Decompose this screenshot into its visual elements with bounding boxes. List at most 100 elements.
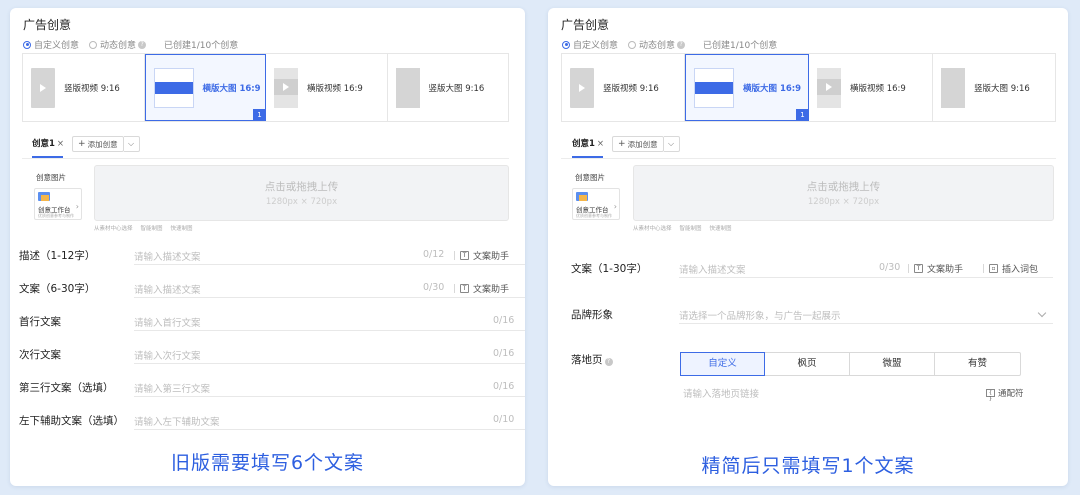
- radio-custom-creative[interactable]: 自定义创意: [23, 38, 79, 51]
- format-cards: 竖版视频 9:16 横版大图 16:9 1 横版视频 16:9 竖版大图 9:1…: [561, 53, 1056, 122]
- horizontal-video-thumb-icon: [817, 67, 841, 108]
- format-cards: 竖版视频 9:16 横版大图 16:9 1 横版视频 16:9 竖版大图 9:1…: [22, 53, 509, 122]
- help-icon[interactable]: ?: [677, 40, 686, 49]
- radio-custom-creative[interactable]: 自定义创意: [562, 38, 618, 51]
- chevron-down-icon[interactable]: ⌵: [123, 136, 140, 152]
- copy-assistant-button[interactable]: | T 文案助手: [449, 249, 509, 263]
- field-second-line: 次行文案 请输入次行文案 0/16: [19, 344, 525, 364]
- landing-page-source-tabs: 自定义 枫页 微盟 有赞: [680, 352, 1021, 376]
- card-horizontal-video[interactable]: 横版视频 16:9: [809, 54, 933, 121]
- tool-smart-design[interactable]: 智能制图: [680, 224, 702, 232]
- image-label: 创意图片: [36, 173, 66, 182]
- section-title: 广告创意: [561, 18, 610, 32]
- vertical-image-thumb-icon: [941, 67, 965, 108]
- chevron-down-icon[interactable]: ⌵: [663, 136, 680, 152]
- text-icon: T: [460, 251, 470, 260]
- field-first-line: 首行文案 请输入首行文案 0/16: [19, 311, 525, 331]
- help-icon[interactable]: ?: [138, 40, 147, 49]
- field-brand-image: 品牌形象 请选择一个品牌形象，与广告一起展示: [571, 304, 1061, 324]
- field-description: 描述（1-12字） 请输入描述文案 0/12 | T 文案助手: [19, 245, 525, 265]
- text-icon: T: [460, 284, 470, 293]
- landing-page-label: 落地页?: [571, 352, 613, 367]
- brand-image-select[interactable]: 请选择一个品牌形象，与广告一起展示: [679, 304, 1053, 324]
- plus-icon: +: [78, 139, 86, 149]
- first-line-input[interactable]: 请输入首行文案 0/16: [134, 311, 525, 331]
- card-vertical-video[interactable]: 竖版视频 9:16: [562, 54, 685, 121]
- new-version-panel: 广告创意 自定义创意 动态创意? 已创建1/10个创意 竖版视频 9:16 横版…: [548, 8, 1068, 486]
- card-vertical-video[interactable]: 竖版视频 9:16: [23, 54, 145, 121]
- horizontal-video-thumb-icon: [274, 67, 298, 108]
- tab-weimeng[interactable]: 微盟: [850, 353, 935, 375]
- close-icon[interactable]: ×: [57, 139, 64, 149]
- image-upload-area[interactable]: 点击或拖拽上传 1280px × 720px: [633, 165, 1054, 221]
- divider: [22, 158, 509, 159]
- old-version-panel: 广告创意 自定义创意 动态创意? 已创建1/10个创意 竖版视频 9:16 横版…: [10, 8, 525, 486]
- tool-material-center[interactable]: 从素材中心选择: [633, 224, 672, 232]
- word-pack-icon: ▫: [989, 264, 999, 273]
- tab-creative-1[interactable]: 创意1 ×: [572, 137, 604, 152]
- field-copy: 文案（1-30字） 请输入描述文案 0/30 | T 文案助手 | ▫ 插入词包: [571, 258, 1061, 278]
- tab-creative-1[interactable]: 创意1 ×: [32, 137, 64, 152]
- copy-assistant-button[interactable]: | T 文案助手: [903, 262, 963, 276]
- vertical-video-thumb-icon: [31, 67, 55, 108]
- chevron-right-icon: ›: [75, 202, 79, 211]
- new-version-caption: 精简后只需填写1个文案: [701, 455, 915, 477]
- workbench-icon: [38, 192, 50, 201]
- card-horizontal-image[interactable]: 横版大图 16:9 1: [685, 54, 809, 121]
- tab-custom[interactable]: 自定义: [680, 352, 765, 376]
- card-horizontal-image[interactable]: 横版大图 16:9 1: [144, 54, 266, 121]
- chevron-right-icon: ›: [613, 202, 617, 211]
- copy-input[interactable]: 请输入描述文案 0/30 | T 文案助手: [134, 278, 525, 298]
- creative-workbench-button[interactable]: 创意工作台 优质创意参考与制作 ›: [572, 188, 620, 220]
- creative-type-radios: 自定义创意 动态创意? 已创建1/10个创意: [23, 38, 238, 51]
- close-icon[interactable]: ×: [597, 139, 604, 149]
- radio-dynamic-creative[interactable]: 动态创意?: [89, 38, 147, 51]
- copy-input[interactable]: 请输入描述文案 0/30 | T 文案助手 | ▫ 插入词包: [679, 258, 1053, 278]
- creative-tabs: 创意1 × + 添加创意 ⌵: [32, 136, 140, 152]
- insert-word-pack-button[interactable]: | ▫ 插入词包: [978, 262, 1038, 276]
- radio-selected-icon: [23, 40, 31, 49]
- add-creative-button[interactable]: + 添加创意: [612, 136, 664, 152]
- card-vertical-image[interactable]: 竖版大图 9:16: [933, 54, 1055, 121]
- section-title: 广告创意: [23, 18, 72, 32]
- selected-count-badge: 1: [796, 109, 809, 121]
- tab-fengye[interactable]: 枫页: [765, 353, 850, 375]
- tab-youzan[interactable]: 有赞: [935, 353, 1020, 375]
- wildcard-button[interactable]: { } 通配符: [986, 387, 1024, 402]
- card-vertical-image[interactable]: 竖版大图 9:16: [388, 54, 509, 121]
- workbench-icon: [576, 192, 588, 201]
- second-line-input[interactable]: 请输入次行文案 0/16: [134, 344, 525, 364]
- tool-quick-design[interactable]: 快速制图: [710, 224, 732, 232]
- radio-selected-icon: [562, 40, 570, 49]
- radio-empty-icon: [89, 40, 98, 49]
- creative-workbench-button[interactable]: 创意工作台 优质创意参考与制作 ›: [34, 188, 82, 220]
- created-count-note: 已创建1/10个创意: [164, 41, 239, 51]
- image-tools: 从素材中心选择 智能制图 快速制图: [633, 224, 740, 232]
- description-input[interactable]: 请输入描述文案 0/12 | T 文案助手: [134, 245, 525, 265]
- tool-material-center[interactable]: 从素材中心选择: [94, 224, 133, 232]
- horizontal-image-thumb-icon: [153, 67, 194, 108]
- bottom-left-aux-input[interactable]: 请输入左下辅助文案 0/10: [134, 410, 525, 430]
- radio-dynamic-creative[interactable]: 动态创意?: [628, 38, 686, 51]
- field-bottom-left-aux: 左下辅助文案（选填） 请输入左下辅助文案 0/10: [19, 410, 525, 430]
- landing-url-input[interactable]: 请输入落地页链接: [683, 386, 759, 400]
- copy-assistant-button[interactable]: | T 文案助手: [449, 282, 509, 296]
- vertical-video-thumb-icon: [570, 67, 594, 108]
- chevron-down-icon: [1037, 308, 1047, 318]
- text-icon: T: [914, 264, 924, 273]
- image-tools: 从素材中心选择 智能制图 快速制图: [94, 224, 201, 232]
- image-upload-area[interactable]: 点击或拖拽上传 1280px × 720px: [94, 165, 509, 221]
- creative-tabs: 创意1 × + 添加创意 ⌵: [572, 136, 680, 152]
- created-count-note: 已创建1/10个创意: [703, 41, 778, 51]
- card-horizontal-video[interactable]: 横版视频 16:9: [266, 54, 388, 121]
- creative-type-radios: 自定义创意 动态创意? 已创建1/10个创意: [562, 38, 777, 51]
- tool-quick-design[interactable]: 快速制图: [171, 224, 193, 232]
- tool-smart-design[interactable]: 智能制图: [141, 224, 163, 232]
- horizontal-image-thumb-icon: [694, 67, 734, 108]
- help-icon[interactable]: ?: [604, 358, 613, 366]
- third-line-input[interactable]: 请输入第三行文案 0/16: [134, 377, 525, 397]
- field-third-line: 第三行文案（选填） 请输入第三行文案 0/16: [19, 377, 525, 397]
- image-label: 创意图片: [575, 173, 605, 182]
- add-creative-button[interactable]: + 添加创意: [72, 136, 124, 152]
- field-copy: 文案（6-30字） 请输入描述文案 0/30 | T 文案助手: [19, 278, 525, 298]
